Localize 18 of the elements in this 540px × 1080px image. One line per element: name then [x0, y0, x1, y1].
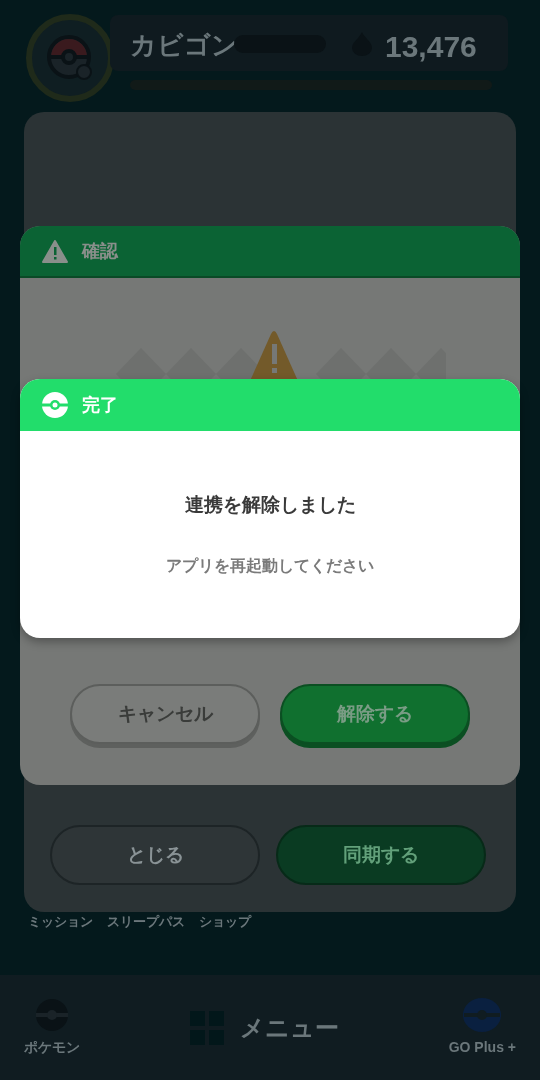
- dialog-title: 完了: [82, 393, 118, 417]
- warning-icon: [42, 239, 68, 263]
- dialog-message: 連携を解除しました: [184, 493, 356, 517]
- cancel-button[interactable]: とじる: [50, 825, 260, 885]
- shortcut-link[interactable]: ミッション: [28, 912, 93, 932]
- dialog-title: 確認: [82, 239, 118, 263]
- ball-icon: [42, 392, 68, 418]
- dialog-note: アプリを再起動してください: [166, 555, 374, 576]
- shortcut-link[interactable]: スリープパス: [107, 912, 185, 932]
- nav-label[interactable]: GO Plus +: [448, 1037, 516, 1058]
- confirm-button[interactable]: 同期する: [276, 825, 486, 885]
- energy-value: 13,476: [385, 29, 477, 65]
- ball-icon: [47, 35, 93, 81]
- pokemon-name: カビゴン: [130, 29, 238, 62]
- device-icon: [462, 997, 503, 1033]
- nav-label[interactable]: メニュー: [239, 1009, 339, 1046]
- nav-label[interactable]: ポケモン: [24, 1037, 80, 1058]
- shortcut-link[interactable]: ショップ: [199, 912, 251, 932]
